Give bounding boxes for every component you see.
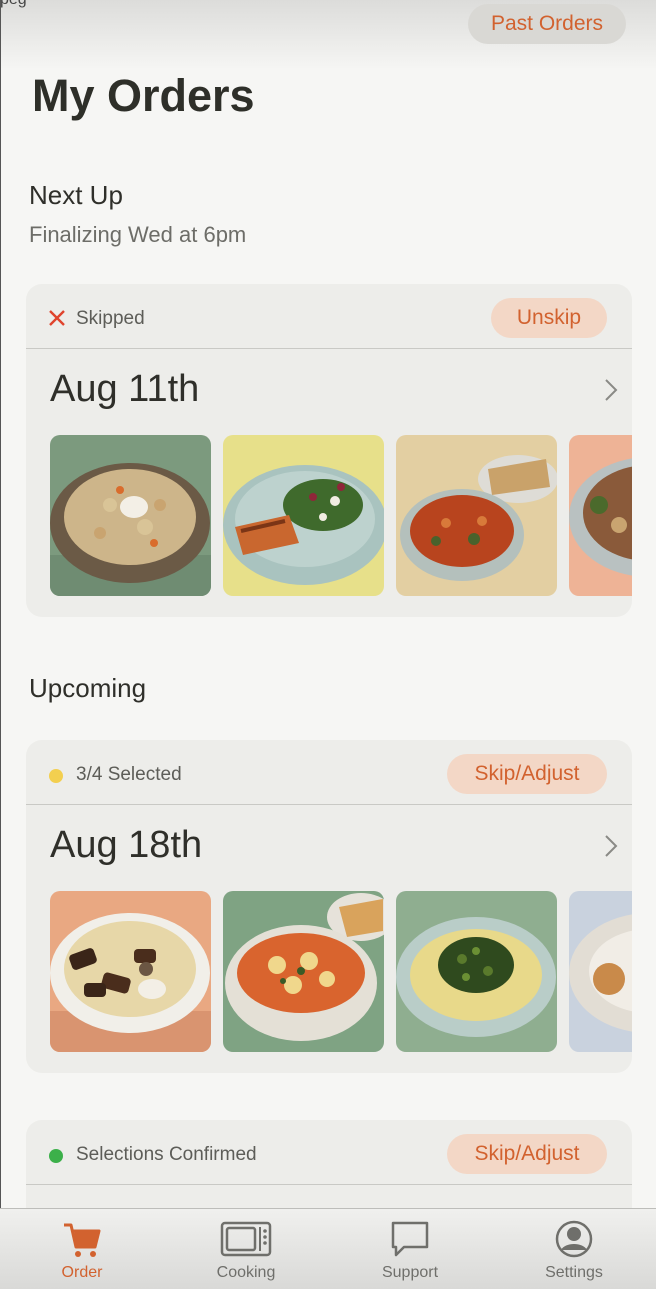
status-dot-icon [49,1149,63,1163]
status-label-selected: 3/4 Selected [76,764,182,785]
tab-label: Support [381,1264,439,1281]
finalizing-text: Finalizing Wed at 6pm [29,222,247,247]
tab-settings[interactable]: Settings [492,1209,656,1289]
bottom-tab-bar: Order Cooking Support Settings [0,1208,656,1289]
clipped-text-fragment: peg [0,0,27,9]
meal-image-salmon-salad[interactable] [223,435,384,596]
skip-adjust-button[interactable]: Skip/Adjust [447,754,607,794]
next-up-heading: Next Up [29,180,123,210]
tab-label: Settings [545,1264,603,1281]
tab-cooking[interactable]: Cooking [164,1209,328,1289]
status-row: Skipped Unskip [26,284,632,350]
status-row: Selections Confirmed Skip/Adjust [26,1120,632,1186]
page-title: My Orders [32,70,255,121]
skip-adjust-button[interactable]: Skip/Adjust [447,1134,607,1174]
tab-label: Order [61,1264,103,1281]
tab-order[interactable]: Order [0,1209,164,1289]
status-label-confirmed: Selections Confirmed [76,1144,257,1165]
meal-image-beef-stroganoff[interactable] [50,891,211,1052]
order-card-aug-18: 3/4 Selected Skip/Adjust Aug 18th [26,740,632,1073]
meal-carousel[interactable] [50,891,632,1052]
status-row: 3/4 Selected Skip/Adjust [26,740,632,806]
chevron-right-icon[interactable] [604,834,618,858]
tab-label: Cooking [216,1264,276,1281]
order-card-aug-11: Skipped Unskip Aug 11th [26,284,632,617]
chat-bubble-icon [391,1221,429,1257]
meal-image-fourth-dish[interactable] [569,891,632,1052]
status-label-skipped: Skipped [76,308,145,329]
delivery-date[interactable]: Aug 11th [50,368,199,411]
window-edge [0,0,1,1288]
user-circle-icon [555,1220,593,1258]
meal-image-polenta-greens[interactable] [396,891,557,1052]
microwave-icon [220,1221,272,1257]
unskip-button[interactable]: Unskip [491,298,607,338]
chevron-right-icon[interactable] [604,378,618,402]
past-orders-button[interactable]: Past Orders [468,4,626,44]
cart-icon [64,1223,101,1257]
close-icon [49,310,65,326]
upcoming-heading: Upcoming [29,673,147,703]
status-dot-icon [49,769,63,783]
meal-image-creamy-pasta[interactable] [50,435,211,596]
tab-support[interactable]: Support [328,1209,492,1289]
meal-carousel[interactable] [50,435,632,596]
divider [26,348,632,349]
meal-image-chicken-bowl[interactable] [569,435,632,596]
divider [26,1184,632,1185]
meal-image-tortellini-soup[interactable] [223,891,384,1052]
delivery-date[interactable]: Aug 18th [50,824,202,867]
divider [26,804,632,805]
meal-image-tomato-stew[interactable] [396,435,557,596]
